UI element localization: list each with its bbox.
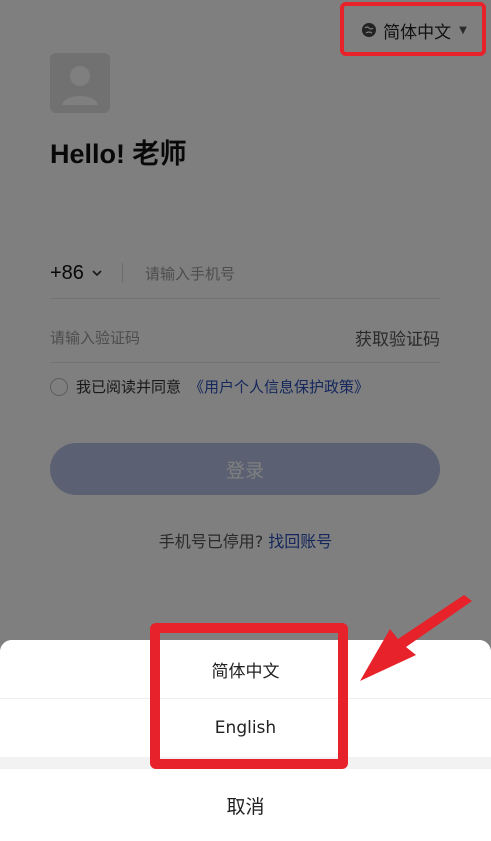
cancel-button[interactable]: 取消 — [0, 769, 491, 841]
pointer-arrow-icon — [360, 595, 472, 681]
highlight-box-language-switch — [340, 2, 486, 56]
highlight-box-language-options — [150, 623, 348, 769]
